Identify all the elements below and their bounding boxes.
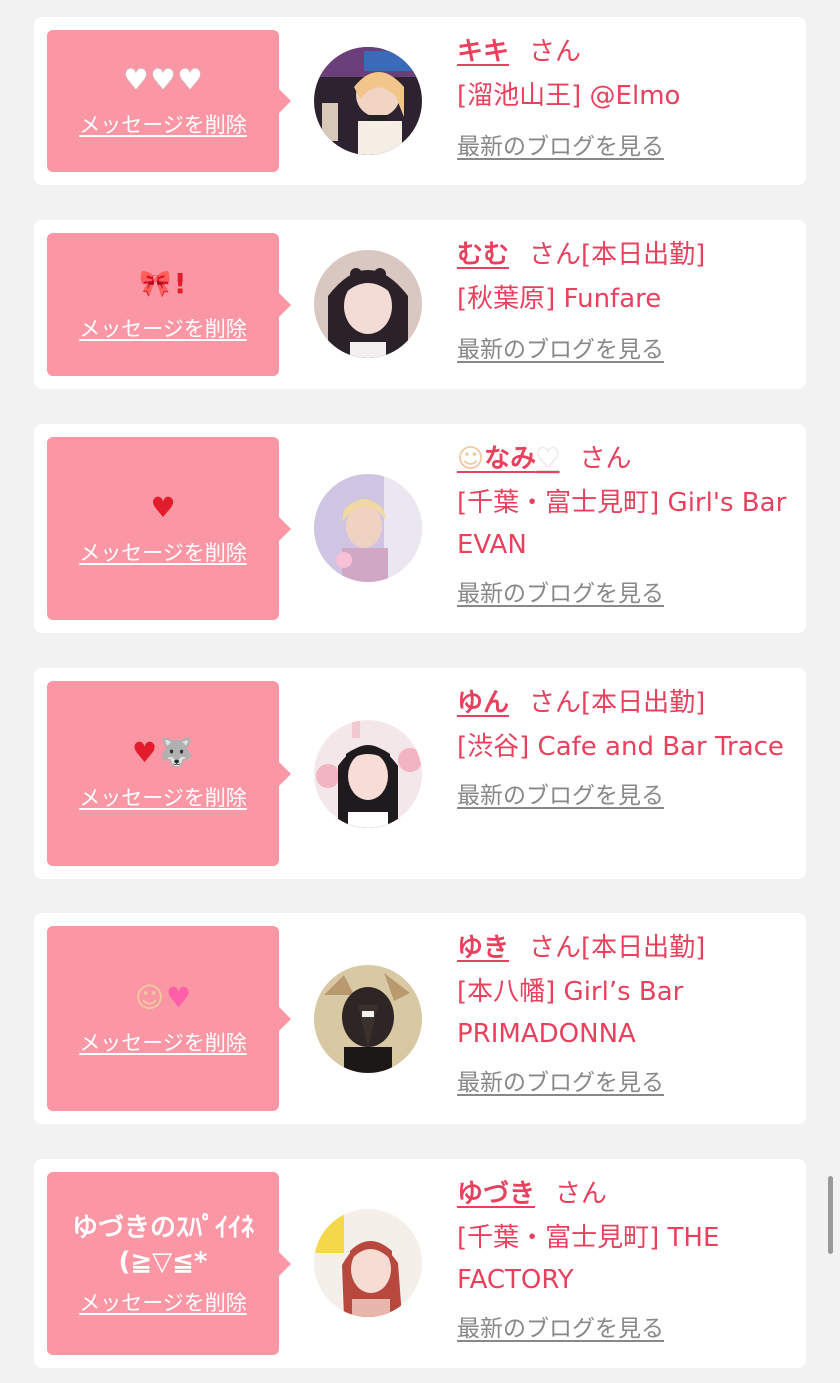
name-suffix: さん[本日出勤] — [529, 688, 706, 718]
avatar[interactable] — [314, 1209, 422, 1317]
ribbon-bow-icon: 🎀 — [139, 268, 172, 299]
message-card: ♥ ♥ ♥ メッセージを削除 キキ さん [溜池山王] @Elmo 最新のブログを… — [34, 17, 806, 185]
name-suffix: さん — [529, 37, 582, 67]
name-line: むむ さん[本日出勤] — [457, 238, 787, 272]
red-heart-icon: ♥ — [150, 490, 176, 524]
message-card: 🎀 ! メッセージを削除 むむ さん[本日出勤] [秋葉原] Funfare 最新… — [34, 220, 806, 389]
message-bubble: ☺ ♥ メッセージを削除 — [47, 926, 291, 1111]
shop-name: [本八幡] Girl’s Bar PRIMADONNA — [457, 977, 684, 1049]
profile-info: キキ さん [溜池山王] @Elmo 最新のブログを見る — [457, 35, 787, 161]
message-bubble: ♥ 🐺 メッセージを削除 — [47, 681, 291, 866]
message-text: ゆづきのｽﾊﾟｲｲﾈ (≧▽≦* — [71, 1212, 254, 1277]
two-hearts-icon: ♥ — [166, 980, 192, 1014]
wolf-icon: 🐺 — [159, 735, 194, 769]
message-bubble: ♥ ♥ ♥ メッセージを削除 — [47, 30, 291, 172]
message-bubble: ゆづきのｽﾊﾟｲｲﾈ (≧▽≦* メッセージを削除 — [47, 1172, 291, 1355]
white-heart-icon: ♥ — [123, 63, 149, 96]
profile-info: ゆん さん[本日出勤] [渋谷] Cafe and Bar Trace 最新のブロ… — [457, 686, 787, 810]
latest-blog-link[interactable]: 最新のブログを見る — [457, 1309, 664, 1343]
profile-info: むむ さん[本日出勤] [秋葉原] Funfare 最新のブログを見る — [457, 238, 787, 364]
shop-name: [千葉・富士見町] Girl's Bar EVAN — [457, 488, 787, 560]
avatar[interactable] — [314, 250, 422, 358]
avatar[interactable] — [314, 965, 422, 1073]
white-heart-icon: ♥ — [177, 63, 203, 96]
name-line: ゆん さん[本日出勤] — [457, 686, 787, 720]
name-suffix: さん[本日出勤] — [529, 240, 706, 270]
latest-blog-link[interactable]: 最新のブログを見る — [457, 574, 664, 608]
shop-name: [渋谷] Cafe and Bar Trace — [457, 732, 784, 762]
latest-blog-link[interactable]: 最新のブログを見る — [457, 330, 664, 364]
latest-blog-link[interactable]: 最新のブログを見る — [457, 776, 664, 810]
message-emojis: ♥ 🐺 — [132, 736, 194, 770]
name-line: キキ さん — [457, 35, 787, 69]
exclamation-icon: ! — [173, 266, 187, 300]
shop-name: [千葉・富士見町] THE FACTORY — [457, 1223, 720, 1295]
profile-name-link[interactable]: キキ — [457, 37, 509, 67]
profile-name-link[interactable]: ゆづき — [457, 1179, 535, 1209]
latest-blog-link[interactable]: 最新のブログを見る — [457, 127, 664, 161]
profile-info: ゆづき さん [千葉・富士見町] THE FACTORY 最新のブログを見る — [457, 1177, 787, 1343]
delete-message-link[interactable]: メッセージを削除 — [79, 537, 247, 567]
name-line: ゆき さん[本日出勤] — [457, 931, 787, 965]
name-suffix: さん — [555, 1179, 608, 1209]
message-card: ♥ メッセージを削除 ☺なみ♥ さん [千葉・富士見町] Girl's Bar E… — [34, 424, 806, 633]
delete-message-link[interactable]: メッセージを削除 — [79, 1027, 247, 1057]
name-line: ☺なみ♥ さん — [457, 442, 787, 476]
message-emojis: ♥ ♥ ♥ — [123, 63, 202, 97]
profile-info: ゆき さん[本日出勤] [本八幡] Girl’s Bar PRIMADONNA 最… — [457, 931, 787, 1097]
shop-name: [溜池山王] @Elmo — [457, 81, 681, 111]
profile-name-link[interactable]: むむ — [457, 240, 509, 270]
shop-name: [秋葉原] Funfare — [457, 284, 662, 314]
message-bubble: 🎀 ! メッセージを削除 — [47, 233, 291, 376]
delete-message-link[interactable]: メッセージを削除 — [79, 109, 247, 139]
delete-message-link[interactable]: メッセージを削除 — [79, 1287, 247, 1317]
red-heart-icon: ♥ — [132, 735, 158, 769]
avatar[interactable] — [314, 474, 422, 582]
name-line: ゆづき さん — [457, 1177, 787, 1211]
delete-message-link[interactable]: メッセージを削除 — [79, 313, 247, 343]
avatar[interactable] — [314, 47, 422, 155]
latest-blog-link[interactable]: 最新のブログを見る — [457, 1063, 664, 1097]
profile-name-link[interactable]: ☺なみ♥ — [457, 444, 559, 474]
profile-name: なみ — [484, 444, 537, 474]
name-suffix: さん — [579, 444, 632, 474]
profile-name-link[interactable]: ゆき — [457, 933, 509, 963]
avatar[interactable] — [314, 720, 422, 828]
blonde-person-icon: ☺ — [457, 444, 485, 474]
message-bubble: ♥ メッセージを削除 — [47, 437, 291, 620]
message-emojis: ♥ — [150, 491, 175, 525]
message-card: ☺ ♥ メッセージを削除 ゆき さん[本日出勤] [本八幡] Girl’s Bar… — [34, 913, 806, 1124]
delete-message-link[interactable]: メッセージを削除 — [79, 782, 247, 812]
name-suffix: さん[本日出勤] — [529, 933, 706, 963]
baby-icon: ☺ — [134, 980, 165, 1014]
message-emojis: 🎀 ! — [139, 267, 186, 301]
message-card: ♥ 🐺 メッセージを削除 ゆん さん[本日出勤] [渋谷] Cafe and Ba… — [34, 668, 806, 879]
profile-info: ☺なみ♥ さん [千葉・富士見町] Girl's Bar EVAN 最新のブログを… — [457, 442, 787, 608]
message-card: ゆづきのｽﾊﾟｲｲﾈ (≧▽≦* メッセージを削除 ゆづき さん [千葉・富士見町… — [34, 1159, 806, 1368]
scrollbar[interactable] — [828, 1176, 833, 1254]
white-heart-icon: ♥ — [536, 444, 560, 474]
profile-name-link[interactable]: ゆん — [457, 688, 509, 718]
white-heart-icon: ♥ — [150, 63, 176, 96]
message-emojis: ☺ ♥ — [135, 981, 191, 1015]
